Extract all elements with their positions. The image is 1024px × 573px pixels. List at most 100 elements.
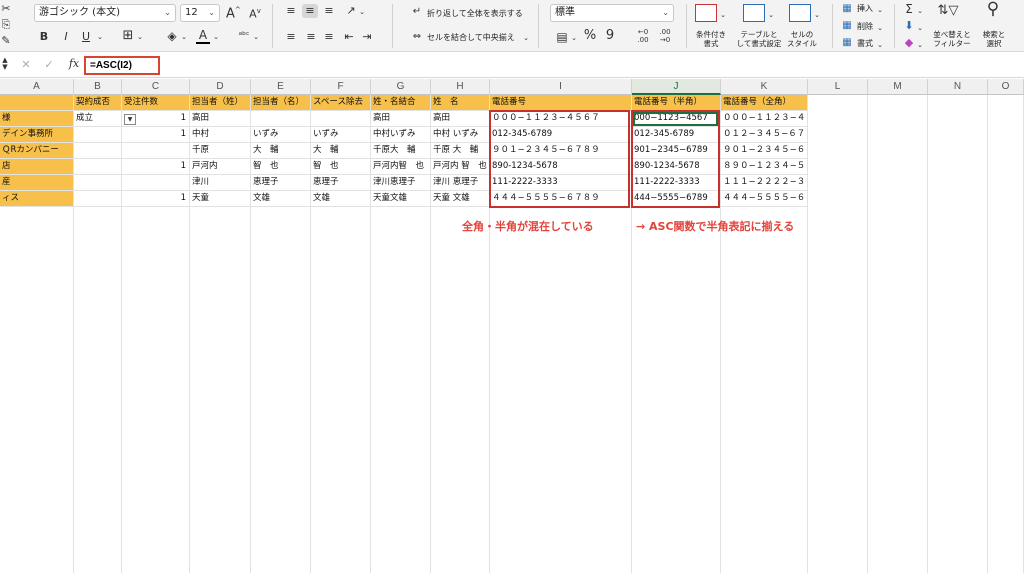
cell-e2[interactable]: [251, 111, 311, 127]
chevron-down-icon[interactable]: ⌄: [876, 38, 884, 52]
cell-a5[interactable]: 店: [0, 159, 74, 175]
align-center-icon[interactable]: ≡: [304, 30, 318, 44]
cell-e7[interactable]: 文雄: [251, 191, 311, 207]
cell-a4[interactable]: ＱRカンパニー: [0, 143, 74, 159]
cell-e5[interactable]: 智 也: [251, 159, 311, 175]
cell-g5[interactable]: 戸河内智 也: [371, 159, 431, 175]
chevron-down-icon[interactable]: ⌄: [96, 30, 104, 44]
conditional-format-button[interactable]: 条件付き 書式: [686, 30, 736, 48]
bold-button[interactable]: B: [38, 30, 50, 44]
chevron-down-icon[interactable]: ⌄: [876, 21, 884, 35]
confirm-icon[interactable]: ✓: [42, 58, 56, 72]
column-header-b[interactable]: B: [74, 79, 122, 95]
font-size-select[interactable]: 12 ⌄: [180, 4, 220, 22]
clear-icon[interactable]: ◆: [902, 36, 916, 50]
dropdown-icon[interactable]: ▼: [124, 114, 136, 125]
font-name-select[interactable]: 游ゴシック (本文) ⌄: [34, 4, 176, 22]
cell-b6[interactable]: [74, 175, 122, 191]
cell-c3[interactable]: 1: [122, 127, 190, 143]
header-cell-i[interactable]: 電話番号: [490, 95, 632, 111]
cell-k2[interactable]: ０００−１１２３−４５６７: [721, 111, 808, 127]
autosum-icon[interactable]: Σ: [902, 2, 916, 16]
find-select-button[interactable]: 検索と 選択: [976, 30, 1012, 48]
column-header-n[interactable]: N: [928, 79, 988, 95]
cell-h4[interactable]: 千原 大 輔: [431, 143, 490, 159]
cell-g4[interactable]: 千原大 輔: [371, 143, 431, 159]
merge-center-button[interactable]: セルを結合して中央揃え: [427, 32, 515, 43]
fill-icon[interactable]: ⬇: [902, 19, 916, 33]
cell-a2[interactable]: 様: [0, 111, 74, 127]
chevron-down-icon[interactable]: ⌄: [212, 30, 220, 44]
font-shrink-button[interactable]: Av: [248, 4, 262, 22]
insert-button[interactable]: 挿入: [857, 3, 873, 14]
sort-filter-button[interactable]: 並べ替えと フィルター: [928, 30, 976, 48]
align-middle-icon[interactable]: ≡: [302, 4, 318, 18]
column-header-o[interactable]: O: [988, 79, 1024, 95]
align-left-icon[interactable]: ≡: [284, 30, 298, 44]
cell-e4[interactable]: 大 輔: [251, 143, 311, 159]
chevron-down-icon[interactable]: ⌄: [136, 30, 144, 44]
chevron-down-icon[interactable]: ⌄: [916, 21, 924, 35]
cell-h2[interactable]: 高田: [431, 111, 490, 127]
header-cell-e[interactable]: 担当者（名）: [251, 95, 311, 111]
wrap-text-button[interactable]: 折り返して全体を表示する: [427, 8, 523, 19]
fill-color-icon[interactable]: ◈: [164, 29, 180, 43]
column-header-e[interactable]: E: [251, 79, 311, 95]
cell-d5[interactable]: 戸河内: [190, 159, 251, 175]
align-right-icon[interactable]: ≡: [322, 30, 336, 44]
header-cell-a[interactable]: [0, 95, 74, 111]
header-cell-k[interactable]: 電話番号（全角）: [721, 95, 808, 111]
header-cell-h[interactable]: 姓 名: [431, 95, 490, 111]
cell-d4[interactable]: 千原: [190, 143, 251, 159]
increase-indent-icon[interactable]: ⇥: [360, 30, 374, 44]
cell-f5[interactable]: 智 也: [311, 159, 371, 175]
column-header-k[interactable]: K: [721, 79, 808, 95]
cell-g2[interactable]: 高田: [371, 111, 431, 127]
header-cell-f[interactable]: スペース除去: [311, 95, 371, 111]
column-header-j[interactable]: J: [632, 79, 721, 95]
cell-h5[interactable]: 戸河内 智 也: [431, 159, 490, 175]
cell-h6[interactable]: 津川 恵理子: [431, 175, 490, 191]
cell-b5[interactable]: [74, 159, 122, 175]
decrease-decimal-icon[interactable]: .00 →0: [656, 28, 674, 44]
cell-g3[interactable]: 中村いずみ: [371, 127, 431, 143]
formula-input[interactable]: =ASC(I2): [84, 56, 160, 75]
cell-k5[interactable]: ８９０−１２３４−５６７８: [721, 159, 808, 175]
font-color-icon[interactable]: A: [196, 28, 210, 44]
chevron-down-icon[interactable]: ⌄: [570, 31, 578, 45]
column-header-c[interactable]: C: [122, 79, 190, 95]
cut-icon[interactable]: ✂: [0, 2, 12, 16]
chevron-down-icon[interactable]: ⌄: [916, 4, 924, 18]
search-icon[interactable]: ⚲: [982, 1, 1004, 18]
merge-center-icon[interactable]: ⇔: [410, 30, 424, 44]
chevron-down-icon[interactable]: ⌄: [358, 5, 366, 19]
column-header-f[interactable]: F: [311, 79, 371, 95]
cell-f3[interactable]: いずみ: [311, 127, 371, 143]
cell-h7[interactable]: 天童 文雄: [431, 191, 490, 207]
column-header-g[interactable]: G: [371, 79, 431, 95]
underline-button[interactable]: U: [80, 30, 92, 44]
cell-k3[interactable]: ０１２−３４５−６７８９: [721, 127, 808, 143]
cell-h3[interactable]: 中村 いずみ: [431, 127, 490, 143]
cell-c4[interactable]: [122, 143, 190, 159]
cell-g6[interactable]: 津川恵理子: [371, 175, 431, 191]
cell-b4[interactable]: [74, 143, 122, 159]
borders-icon[interactable]: ⊞: [120, 29, 136, 43]
cell-f6[interactable]: 恵理子: [311, 175, 371, 191]
currency-icon[interactable]: ▤: [554, 30, 570, 44]
chevron-down-icon[interactable]: ⌄: [916, 38, 924, 52]
cell-f7[interactable]: 文雄: [311, 191, 371, 207]
text-orientation-icon[interactable]: ↗: [344, 4, 358, 18]
cell-e3[interactable]: いずみ: [251, 127, 311, 143]
chevron-down-icon[interactable]: ⌄: [719, 8, 727, 22]
wrap-text-icon[interactable]: ↵: [410, 5, 424, 19]
cell-a6[interactable]: 産: [0, 175, 74, 191]
cell-g7[interactable]: 天童文雄: [371, 191, 431, 207]
chevron-down-icon[interactable]: ⌄: [252, 30, 260, 44]
align-bottom-icon[interactable]: ≡: [322, 4, 336, 18]
header-cell-c[interactable]: 受注件数: [122, 95, 190, 111]
cell-f2[interactable]: [311, 111, 371, 127]
column-header-l[interactable]: L: [808, 79, 868, 95]
percent-button[interactable]: %: [583, 29, 597, 43]
format-painter-icon[interactable]: ✎: [0, 34, 12, 48]
